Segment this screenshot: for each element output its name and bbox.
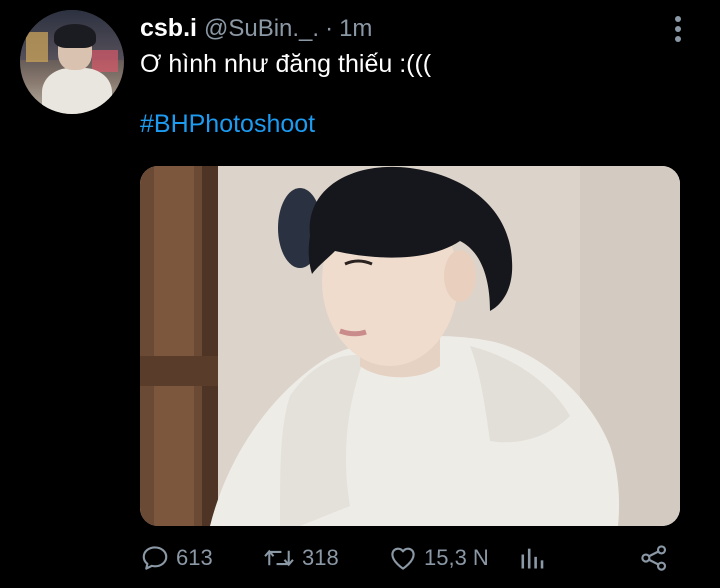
analytics-button[interactable] (518, 540, 546, 576)
timestamp[interactable]: 1m (339, 15, 372, 43)
analytics-bars-icon (521, 548, 544, 569)
retweet-count: 318 (302, 545, 339, 570)
tweet-photo[interactable] (140, 166, 680, 526)
retweet-icon (264, 549, 294, 567)
avatar-sign (26, 32, 48, 62)
share-button[interactable] (638, 540, 670, 576)
like-button[interactable]: 15,3 N (388, 540, 489, 576)
like-count: 15,3 N (424, 545, 489, 570)
more-vertical-icon[interactable] (668, 14, 688, 44)
reply-count: 613 (176, 545, 213, 570)
share-icon (641, 545, 667, 571)
retweet-button[interactable]: 318 (262, 540, 339, 576)
separator-dot: · (325, 15, 334, 42)
avatar-sign-red (92, 50, 118, 72)
user-handle[interactable]: @SuBin._. (204, 15, 319, 43)
action-bar: 613 318 15,3 N (140, 540, 680, 576)
heart-icon (391, 547, 415, 570)
tweet-card: csb.i @SuBin._. · 1m Ơ hình như đăng thi… (0, 0, 720, 588)
tweet-text: Ơ hình như đăng thiếu :((( (140, 50, 432, 78)
reply-button[interactable]: 613 (140, 540, 213, 576)
avatar-hair (54, 24, 96, 48)
avatar-body (42, 68, 112, 114)
reply-bubble-icon (142, 546, 168, 570)
tweet-header: csb.i @SuBin._. · 1m (140, 14, 372, 44)
avatar[interactable] (20, 10, 124, 114)
photo-illustration (140, 166, 680, 526)
hashtag-link[interactable]: #BHPhotoshoot (140, 110, 315, 139)
display-name[interactable]: csb.i (140, 14, 197, 43)
